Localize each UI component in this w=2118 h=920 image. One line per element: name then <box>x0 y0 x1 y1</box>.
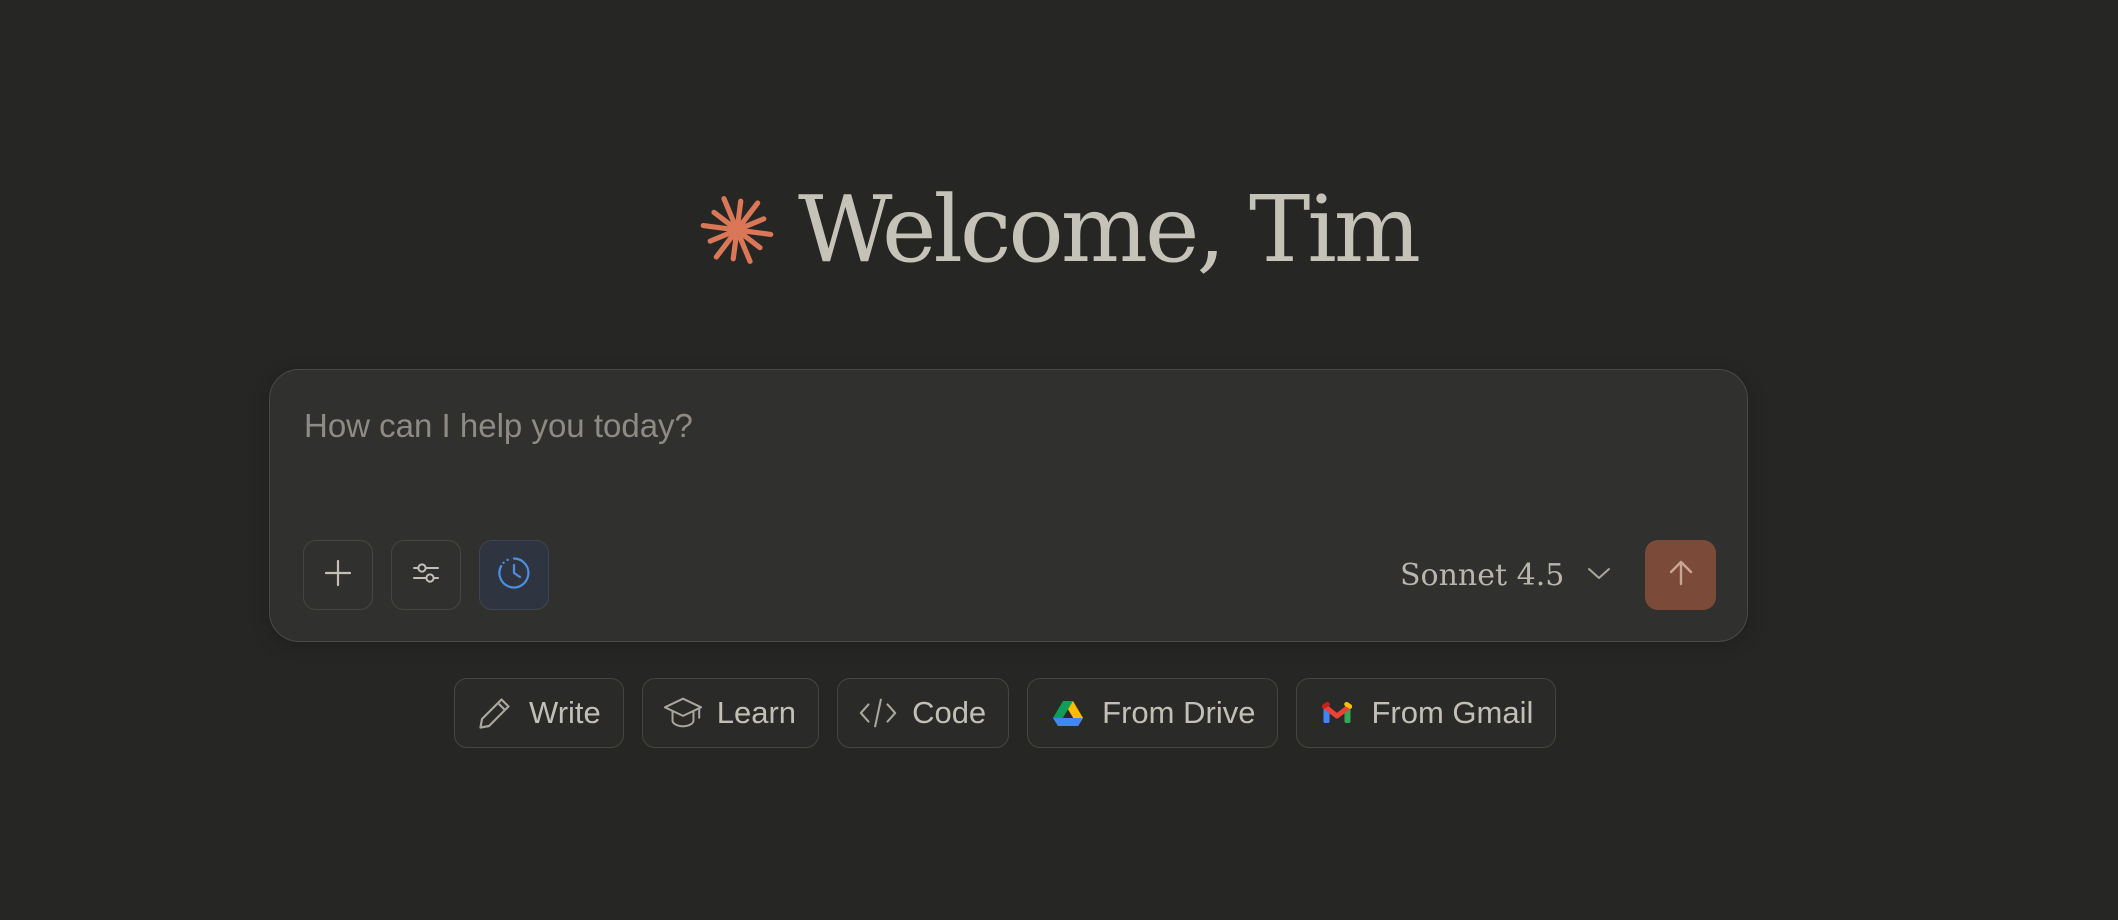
page: Welcome, Tim How can I help you today? S… <box>0 0 2118 920</box>
chip-label: From Drive <box>1102 695 1256 730</box>
settings-button[interactable] <box>391 540 461 610</box>
chat-composer: How can I help you today? Sonnet 4.5 <box>269 369 1748 642</box>
clock-icon <box>496 555 532 595</box>
sliders-icon <box>410 557 442 593</box>
learn-chip[interactable]: Learn <box>641 678 820 748</box>
chevron-down-icon <box>1586 564 1612 586</box>
sparkle-burst-icon <box>700 193 774 267</box>
send-button[interactable] <box>1645 540 1716 610</box>
model-label: Sonnet 4.5 <box>1400 557 1565 593</box>
chip-label: Write <box>529 695 601 730</box>
greeting: Welcome, Tim <box>0 170 2118 290</box>
google-drive-icon <box>1048 693 1088 733</box>
gmail-icon <box>1317 693 1357 733</box>
write-chip[interactable]: Write <box>454 678 624 748</box>
chip-label: Learn <box>716 695 797 730</box>
prompt-input[interactable]: How can I help you today? <box>304 407 693 445</box>
plus-icon <box>322 557 354 593</box>
arrow-up-icon <box>1665 557 1697 593</box>
chip-label: Code <box>912 695 987 730</box>
chip-label: From Gmail <box>1371 695 1534 730</box>
graduation-cap-icon <box>663 693 703 733</box>
suggestion-chips: Write Learn Code From Drive From Gmail <box>454 678 1557 748</box>
from-gmail-chip[interactable]: From Gmail <box>1296 678 1557 748</box>
extended-thinking-button[interactable] <box>479 540 549 610</box>
greeting-title: Welcome, Tim <box>797 176 1421 283</box>
code-icon <box>858 693 898 733</box>
from-drive-chip[interactable]: From Drive <box>1027 678 1279 748</box>
code-chip[interactable]: Code <box>837 678 1010 748</box>
model-selector[interactable]: Sonnet 4.5 <box>1400 548 1612 602</box>
add-button[interactable] <box>303 540 373 610</box>
pencil-icon <box>475 693 515 733</box>
